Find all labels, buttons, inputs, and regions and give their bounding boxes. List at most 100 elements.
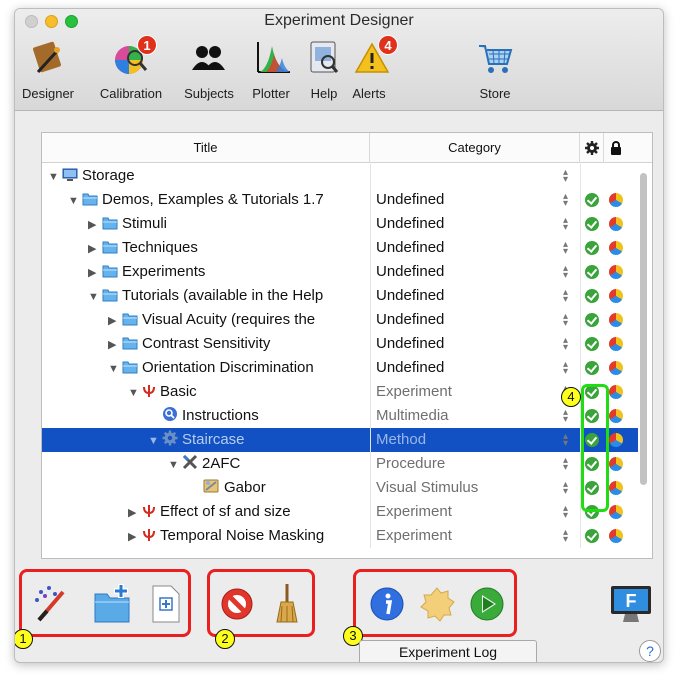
category-stepper-icon[interactable]: ▴▾	[563, 456, 568, 473]
table-row[interactable]: ▶ Experiments Undefined ▴ ▾	[42, 260, 638, 284]
column-header-category[interactable]: Category	[370, 133, 580, 163]
table-row[interactable]: ▼ Tutorials (available in the Help Undefin…	[42, 284, 638, 308]
row-category-cell[interactable]: Undefined	[376, 236, 444, 260]
table-row[interactable]: ▶ Techniques Undefined ▴ ▾	[42, 236, 638, 260]
toolbar-alerts[interactable]: 4 Alerts	[342, 34, 398, 106]
status-ok-icon[interactable]	[585, 193, 599, 207]
table-row[interactable]: Instructions Multimedia ▴ ▾	[42, 404, 638, 428]
table-row[interactable]: ▼ Storage ▴ ▾	[42, 164, 638, 188]
category-stepper-icon[interactable]: ▴▾	[563, 360, 568, 377]
column-header-gear[interactable]	[580, 133, 604, 163]
disclosure-triangle-collapsed-icon[interactable]: ▶	[108, 309, 122, 333]
table-row[interactable]: ▼ 2AFC Procedure ▴ ▾	[42, 452, 638, 476]
row-category-cell[interactable]: Undefined	[376, 212, 444, 236]
row-title-cell[interactable]: ▶ Stimuli	[88, 212, 167, 236]
info-button[interactable]	[367, 582, 407, 626]
access-pinwheel-icon[interactable]	[609, 289, 623, 303]
row-category-cell[interactable]: Undefined	[376, 188, 444, 212]
toolbar-plotter[interactable]: Plotter	[244, 34, 298, 106]
vertical-scrollbar[interactable]	[640, 173, 647, 485]
column-header-title[interactable]: Title	[42, 133, 370, 163]
table-row[interactable]: ▶ Stimuli Undefined ▴ ▾	[42, 212, 638, 236]
row-category-cell[interactable]: Method	[376, 428, 426, 452]
row-title-cell[interactable]: ▼ Staircase	[148, 428, 245, 452]
experiment-log-button[interactable]: Experiment Log	[359, 640, 537, 662]
disclosure-triangle-expanded-icon[interactable]: ▼	[88, 285, 102, 309]
row-title-cell[interactable]: ▶ Contrast Sensitivity	[108, 332, 270, 356]
row-category-cell[interactable]: Experiment	[376, 524, 452, 548]
row-title-cell[interactable]: Gabor	[188, 476, 266, 500]
row-title-cell[interactable]: ▼ Demos, Examples & Tutorials 1.7	[68, 188, 324, 212]
access-pinwheel-icon[interactable]	[609, 241, 623, 255]
disclosure-triangle-collapsed-icon[interactable]: ▶	[108, 333, 122, 357]
access-pinwheel-icon[interactable]	[609, 409, 623, 423]
table-row[interactable]: Gabor Visual Stimulus ▴ ▾	[42, 476, 638, 500]
access-pinwheel-icon[interactable]	[609, 433, 623, 447]
disclosure-triangle-collapsed-icon[interactable]: ▶	[88, 237, 102, 261]
row-title-cell[interactable]: ▼ Orientation Discrimination	[108, 356, 314, 380]
disclosure-triangle-expanded-icon[interactable]: ▼	[48, 165, 62, 189]
row-category-cell[interactable]: Experiment	[376, 380, 452, 404]
category-stepper-icon[interactable]: ▴▾	[563, 192, 568, 209]
disclosure-triangle-expanded-icon[interactable]: ▼	[148, 429, 162, 453]
table-row[interactable]: ▼ Orientation Discrimination Undefined ▴ ▾	[42, 356, 638, 380]
row-title-cell[interactable]: ▼ Storage	[48, 164, 135, 188]
row-category-cell[interactable]: Multimedia	[376, 404, 449, 428]
clean-up-button[interactable]	[267, 582, 307, 626]
row-title-cell[interactable]: Instructions	[148, 404, 259, 428]
run-experiment-button[interactable]	[467, 582, 507, 626]
disclosure-triangle-expanded-icon[interactable]: ▼	[128, 381, 142, 405]
toolbar-calibration[interactable]: 1 Calibration	[93, 34, 169, 106]
status-ok-icon[interactable]	[585, 313, 599, 327]
row-category-cell[interactable]: Undefined	[376, 260, 444, 284]
disclosure-triangle-expanded-icon[interactable]: ▼	[108, 357, 122, 381]
status-ok-icon[interactable]	[585, 241, 599, 255]
row-title-cell[interactable]: ▶ Effect of sf and size	[128, 500, 291, 524]
disclosure-triangle-collapsed-icon[interactable]: ▶	[128, 525, 142, 549]
status-ok-icon[interactable]	[585, 217, 599, 231]
table-row[interactable]: ▼BasicExperiment▴▾	[42, 380, 638, 404]
row-category-cell[interactable]: Undefined	[376, 284, 444, 308]
disclosure-triangle-collapsed-icon[interactable]: ▶	[128, 501, 142, 525]
category-stepper-icon[interactable]: ▴▾	[563, 504, 568, 521]
row-category-cell[interactable]: Experiment	[376, 500, 452, 524]
access-pinwheel-icon[interactable]	[609, 193, 623, 207]
toolbar-designer[interactable]: Designer	[15, 34, 83, 106]
status-ok-icon[interactable]	[585, 529, 599, 543]
category-stepper-icon[interactable]: ▴▾	[563, 168, 568, 185]
validate-button[interactable]	[417, 582, 457, 626]
category-stepper-icon[interactable]: ▴▾	[563, 408, 568, 425]
column-header-lock[interactable]	[604, 133, 628, 163]
status-ok-icon[interactable]	[585, 337, 599, 351]
category-stepper-icon[interactable]: ▴▾	[563, 336, 568, 353]
disclosure-triangle-expanded-icon[interactable]: ▼	[168, 453, 182, 477]
row-category-cell[interactable]: Undefined	[376, 308, 444, 332]
row-title-cell[interactable]: ▶ Experiments	[88, 260, 205, 284]
category-stepper-icon[interactable]: ▴▾	[563, 264, 568, 281]
access-pinwheel-icon[interactable]	[609, 217, 623, 231]
new-document-button[interactable]	[147, 582, 187, 626]
table-row[interactable]: ▼ Demos, Examples & Tutorials 1.7 Undefine…	[42, 188, 638, 212]
access-pinwheel-icon[interactable]	[609, 337, 623, 351]
category-stepper-icon[interactable]: ▴▾	[563, 216, 568, 233]
disclosure-triangle-collapsed-icon[interactable]: ▶	[88, 261, 102, 285]
row-category-cell[interactable]: Visual Stimulus	[376, 476, 478, 500]
category-stepper-icon[interactable]: ▴▾	[563, 528, 568, 545]
row-title-cell[interactable]: ▼ 2AFC	[168, 452, 240, 476]
toolbar-help[interactable]: Help	[304, 34, 344, 106]
row-category-cell[interactable]: Procedure	[376, 452, 445, 476]
category-stepper-icon[interactable]: ▴▾	[563, 288, 568, 305]
status-ok-icon[interactable]	[585, 265, 599, 279]
disclosure-triangle-collapsed-icon[interactable]: ▶	[88, 213, 102, 237]
access-pinwheel-icon[interactable]	[609, 481, 623, 495]
row-title-cell[interactable]: ▼ Tutorials (available in the Help	[88, 284, 323, 308]
access-pinwheel-icon[interactable]	[609, 265, 623, 279]
help-button[interactable]: ?	[639, 640, 661, 662]
row-title-cell[interactable]: ▶ Visual Acuity (requires the	[108, 308, 315, 332]
new-item-wizard-button[interactable]	[31, 582, 75, 626]
delete-button[interactable]	[217, 582, 257, 626]
table-row[interactable]: ▼ Staircase Method ▴ ▾	[42, 428, 638, 452]
disclosure-triangle-expanded-icon[interactable]: ▼	[68, 189, 82, 213]
access-pinwheel-icon[interactable]	[609, 505, 623, 519]
category-stepper-icon[interactable]: ▴▾	[563, 240, 568, 257]
